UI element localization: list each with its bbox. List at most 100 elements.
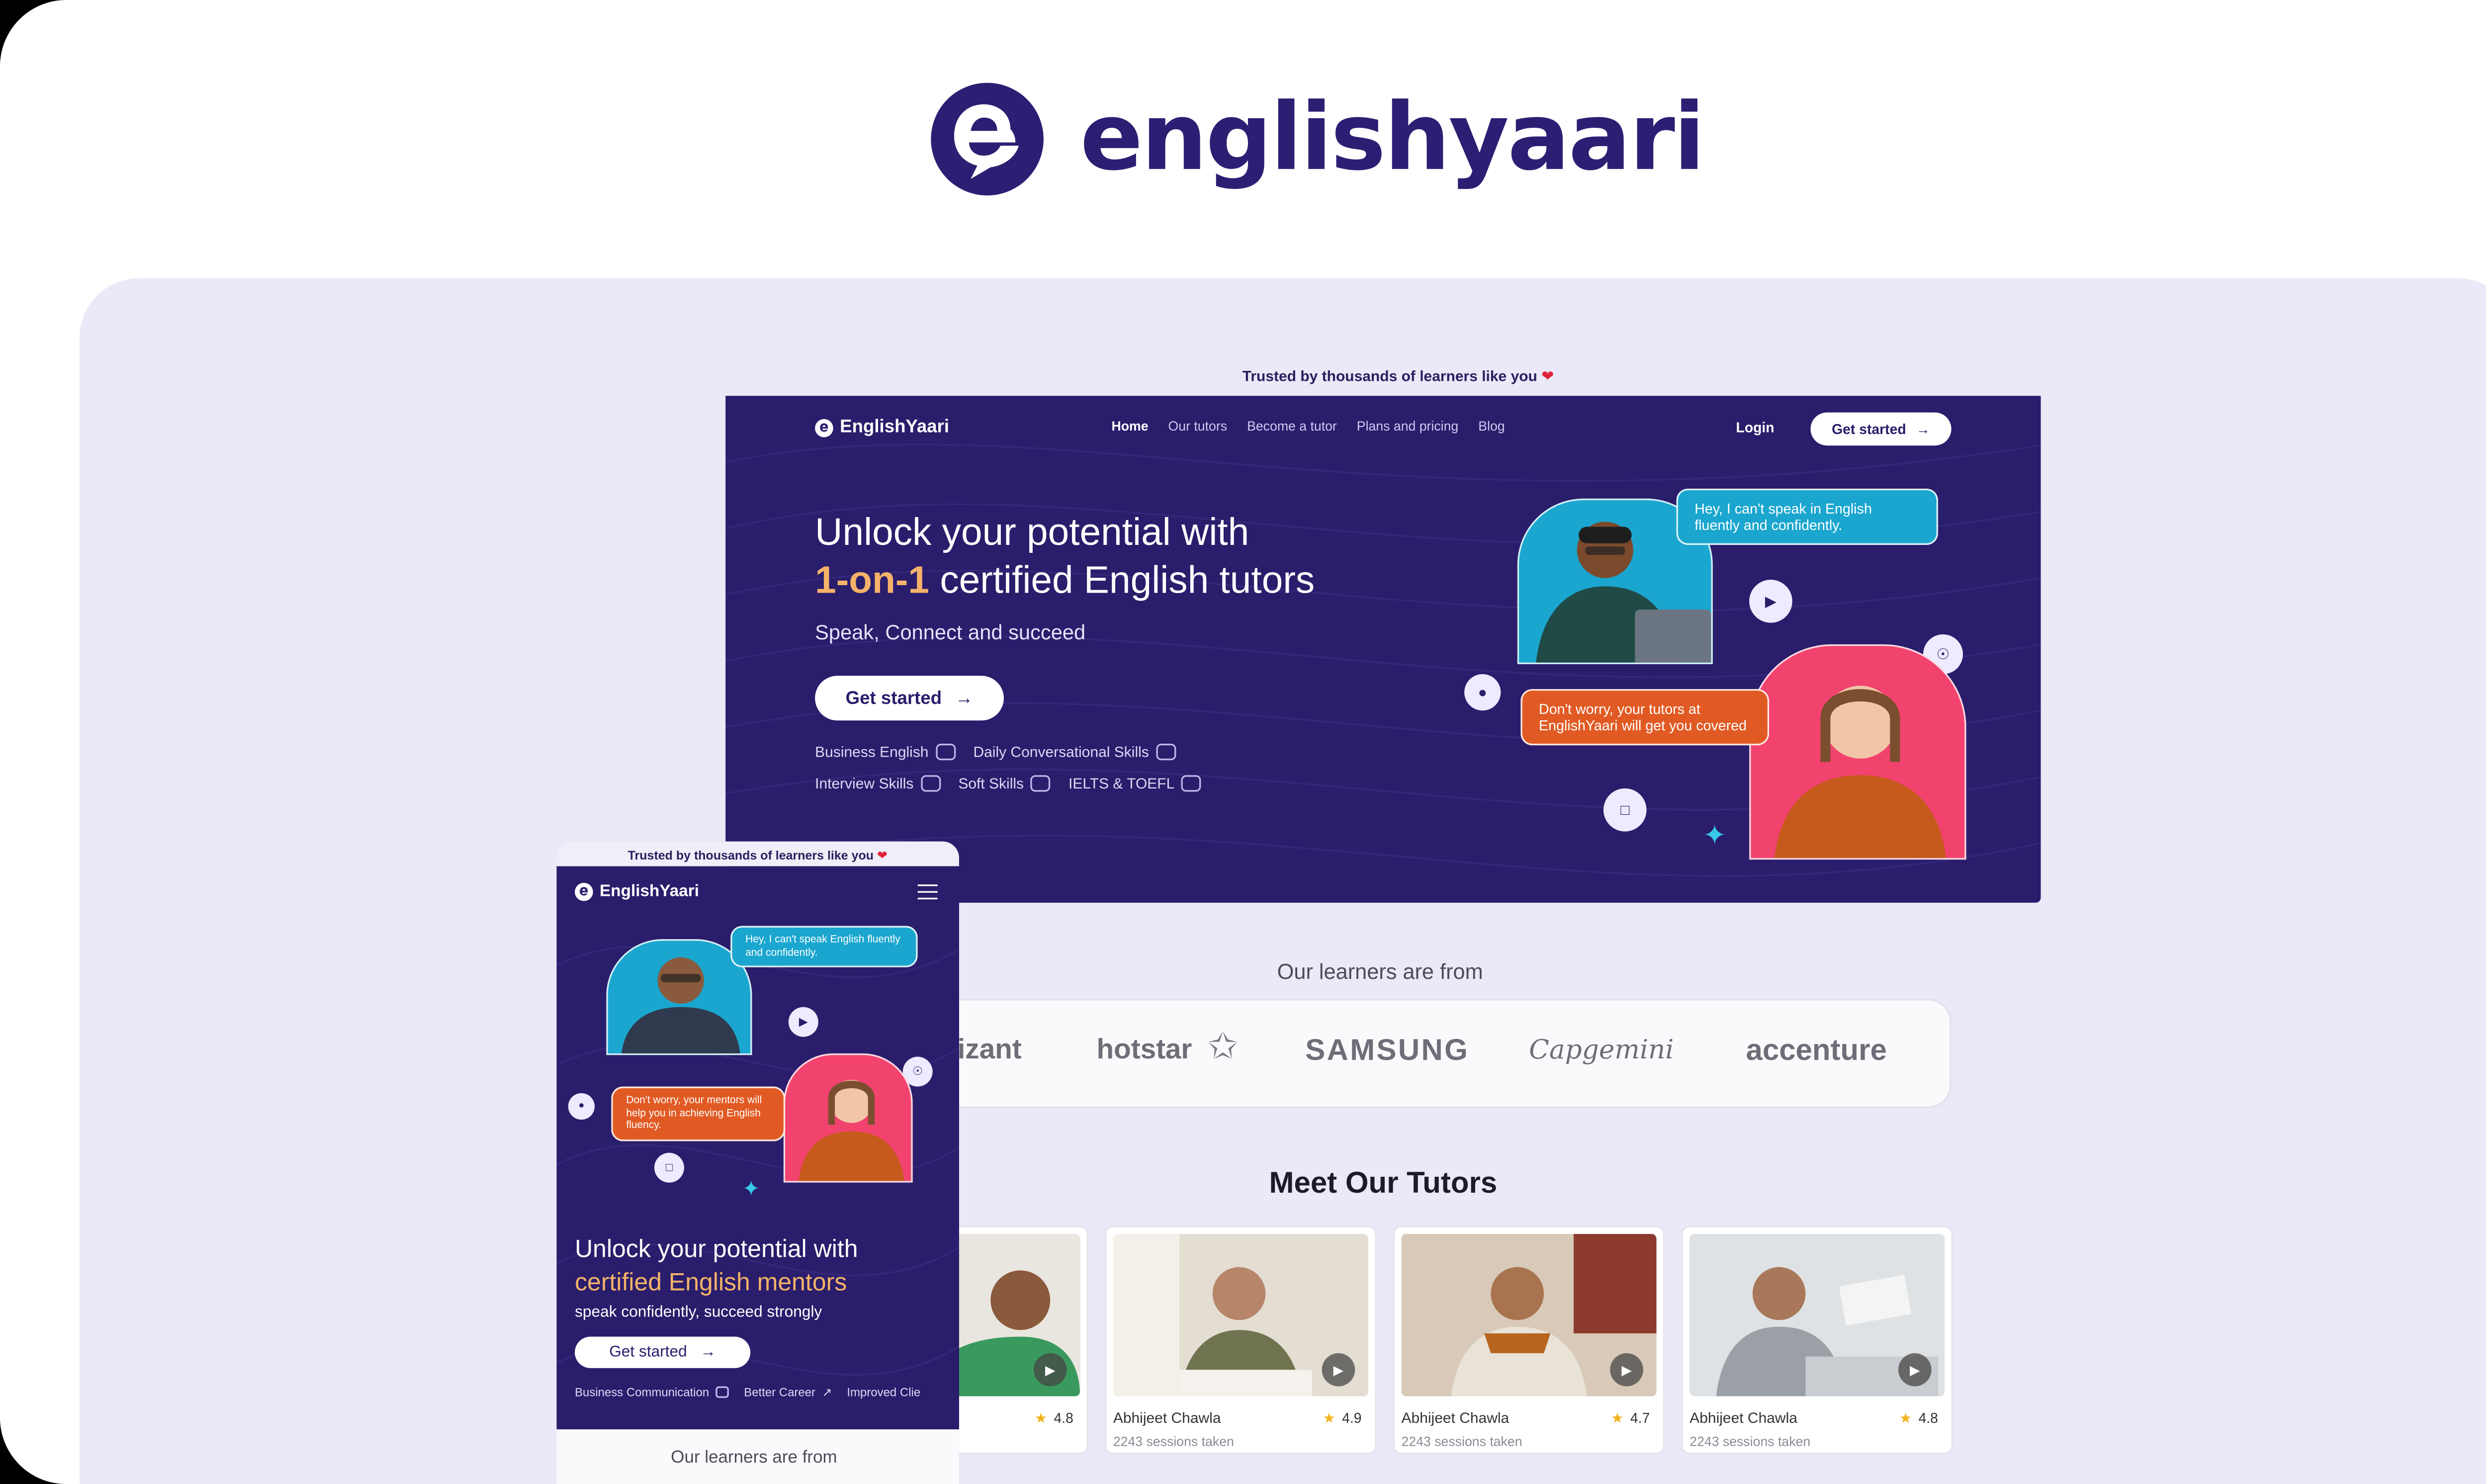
chat-icon (715, 1386, 729, 1398)
mobile-tutor-portrait (783, 1053, 913, 1183)
star-icon: ★ (1323, 1409, 1335, 1426)
video-camera-icon: ▶ (1749, 580, 1792, 623)
tag-ielts-toefl: IELTS & TOEFL (1068, 775, 1201, 792)
tutor-card[interactable]: ▶ Abhijeet Chawla ★ 4.9 2243 sessions tak… (1105, 1225, 1377, 1455)
star-icon: ★ (1611, 1409, 1624, 1426)
hero-subtitle: Speak, Connect and succeed (815, 621, 1086, 644)
tag-label: Daily Conversational Skills (973, 743, 1149, 761)
tutor-name: Abhijeet Chawla (1689, 1409, 1797, 1426)
company-logo-accenture: accenture (1746, 1033, 1887, 1067)
hero-title-line2: certified English tutors (940, 558, 1315, 602)
company-logo-capgemini: Capgemini (1529, 1033, 1674, 1065)
user-circle-icon (1030, 775, 1051, 792)
tag-better-career: Better Career ↗ (744, 1385, 832, 1399)
arrow-right-icon: → (1916, 421, 1930, 437)
brand-wordmark: englishyaari (1080, 84, 1705, 192)
hero-get-started-button[interactable]: Get started → (815, 676, 1004, 721)
play-video-button[interactable]: ▶ (1033, 1353, 1067, 1387)
mobile-trusted-banner: Trusted by thousands of learners like yo… (556, 841, 959, 867)
tutor-sessions: 2243 sessions taken (1113, 1434, 1234, 1450)
mobile-get-started-button[interactable]: Get started → (575, 1336, 751, 1368)
tag-label: Soft Skills (958, 775, 1024, 792)
heart-icon: ❤ (877, 848, 888, 863)
document-icon (1181, 775, 1201, 792)
handshake-icon (935, 743, 955, 761)
tag-label: IELTS & TOEFL (1068, 775, 1175, 792)
tutor-rating: ★ 4.7 (1611, 1409, 1650, 1428)
mobile-nav-logo[interactable]: EnglishYaari (575, 882, 700, 901)
tutor-card[interactable]: ▶ Abhijeet Chawla ★ 4.7 2243 sessions tak… (1393, 1225, 1665, 1455)
mobile-lower-section: Our learners are from (556, 1429, 959, 1484)
sparkle-icon: ✦ (1702, 820, 1727, 852)
nav-logo-text: EnglishYaari (840, 417, 950, 437)
nav-link-blog[interactable]: Blog (1478, 419, 1505, 434)
rating-value: 4.7 (1630, 1409, 1650, 1426)
nav-logo[interactable]: EnglishYaari (815, 418, 949, 437)
tag-soft-skills: Soft Skills (958, 775, 1051, 792)
tutor-portrait (1749, 644, 1966, 860)
nav-link-home[interactable]: Home (1112, 419, 1149, 434)
nav-get-started-button[interactable]: Get started → (1810, 412, 1952, 446)
brand-logo-icon (931, 83, 1044, 196)
heart-icon: ❤ (1541, 367, 1554, 384)
hero-title: Unlock your potential with 1-on-1 certif… (815, 509, 1478, 605)
hamburger-menu-icon[interactable] (917, 884, 938, 900)
mobile-mockup: Trusted by thousands of learners like yo… (556, 841, 959, 1484)
chat-icon (1155, 743, 1176, 761)
company-logo-samsung: SAMSUNG (1305, 1033, 1470, 1067)
mobile-hero: EnglishYaari Hey, I can't speak English … (556, 866, 959, 1430)
company-logos-strip: izant hotstar ✩ SAMSUNG Capgemini accent… (957, 998, 1952, 1108)
nav-link-plans-pricing[interactable]: Plans and pricing (1357, 419, 1458, 434)
desktop-hero: EnglishYaari Home Our tutors Become a tu… (725, 396, 2041, 903)
mobile-trusted-text-wrap: Trusted by thousands of learners like yo… (628, 848, 888, 863)
tutor-name: Abhijeet Chawla (1113, 1409, 1221, 1426)
tag-label: Business English (815, 743, 929, 761)
message-icon: □ (654, 1152, 684, 1183)
tutor-sessions: 2243 sessions taken (1689, 1434, 1811, 1450)
mobile-learners-title: Our learners are from (671, 1447, 837, 1468)
play-video-button[interactable]: ▶ (1610, 1353, 1643, 1387)
rating-value: 4.8 (1054, 1409, 1073, 1426)
tag-daily-conversational: Daily Conversational Skills (973, 743, 1176, 761)
nav-link-become-tutor[interactable]: Become a tutor (1247, 419, 1337, 434)
tutor-name: Abhijeet Chawla (1401, 1409, 1509, 1426)
mobile-skill-tags: Business Communication Better Career ↗ Im… (575, 1385, 920, 1399)
hero-title-line1: Unlock your potential with (815, 510, 1249, 553)
tutor-sessions: 2243 sessions taken (1401, 1434, 1522, 1450)
tag-label: Interview Skills (815, 775, 914, 792)
mobile-title-highlight: certified English mentors (575, 1269, 847, 1297)
promo-canvas: englishyaari Trusted by thousands of lea… (0, 0, 2486, 1484)
tutor-illustration (799, 1080, 904, 1181)
learner-speech-bubble: Hey, I can't speak in English fluently a… (1676, 488, 1938, 545)
hotstar-star-icon: ✩ (1207, 1025, 1239, 1067)
rating-value: 4.8 (1918, 1409, 1938, 1426)
people-icon (920, 775, 940, 792)
nav-get-started-label: Get started (1832, 421, 1906, 437)
play-video-button[interactable]: ▶ (1898, 1353, 1932, 1387)
tag-business-communication: Business Communication (575, 1385, 729, 1399)
tutor-rating: ★ 4.9 (1323, 1409, 1361, 1428)
skill-tags: Business English Daily Conversational Sk… (815, 743, 1312, 792)
mobile-hero-subtitle: speak confidently, succeed strongly (575, 1303, 822, 1322)
company-logo-cognizant: izant (957, 1033, 1022, 1065)
tag-interview-skills: Interview Skills (815, 775, 940, 792)
trusted-banner: Trusted by thousands of learners like yo… (1243, 368, 1554, 386)
message-icon: □ (1603, 788, 1647, 832)
play-video-button[interactable]: ▶ (1322, 1353, 1355, 1387)
nav-links: Home Our tutors Become a tutor Plans and… (1112, 419, 1505, 434)
login-link[interactable]: Login (1736, 419, 1775, 436)
logo-icon (815, 418, 833, 436)
tutor-rating: ★ 4.8 (1035, 1409, 1073, 1428)
tutor-card[interactable]: ▶ Abhijeet Chawla ★ 4.8 2243 sessions tak… (1681, 1225, 1953, 1455)
tag-label: Business Communication (575, 1385, 710, 1400)
mobile-hero-title: Unlock your potential with certified Eng… (575, 1234, 956, 1300)
arrow-right-icon: → (955, 688, 974, 708)
trending-up-icon: ↗ (822, 1385, 832, 1400)
rating-value: 4.9 (1342, 1409, 1362, 1426)
star-icon: ★ (1899, 1409, 1912, 1426)
video-camera-icon: ▶ (788, 1007, 818, 1037)
nav-link-our-tutors[interactable]: Our tutors (1168, 419, 1228, 434)
mobile-logo-text: EnglishYaari (600, 882, 700, 901)
arrow-right-icon: → (700, 1343, 716, 1362)
tutor-illustration (1775, 686, 1946, 858)
